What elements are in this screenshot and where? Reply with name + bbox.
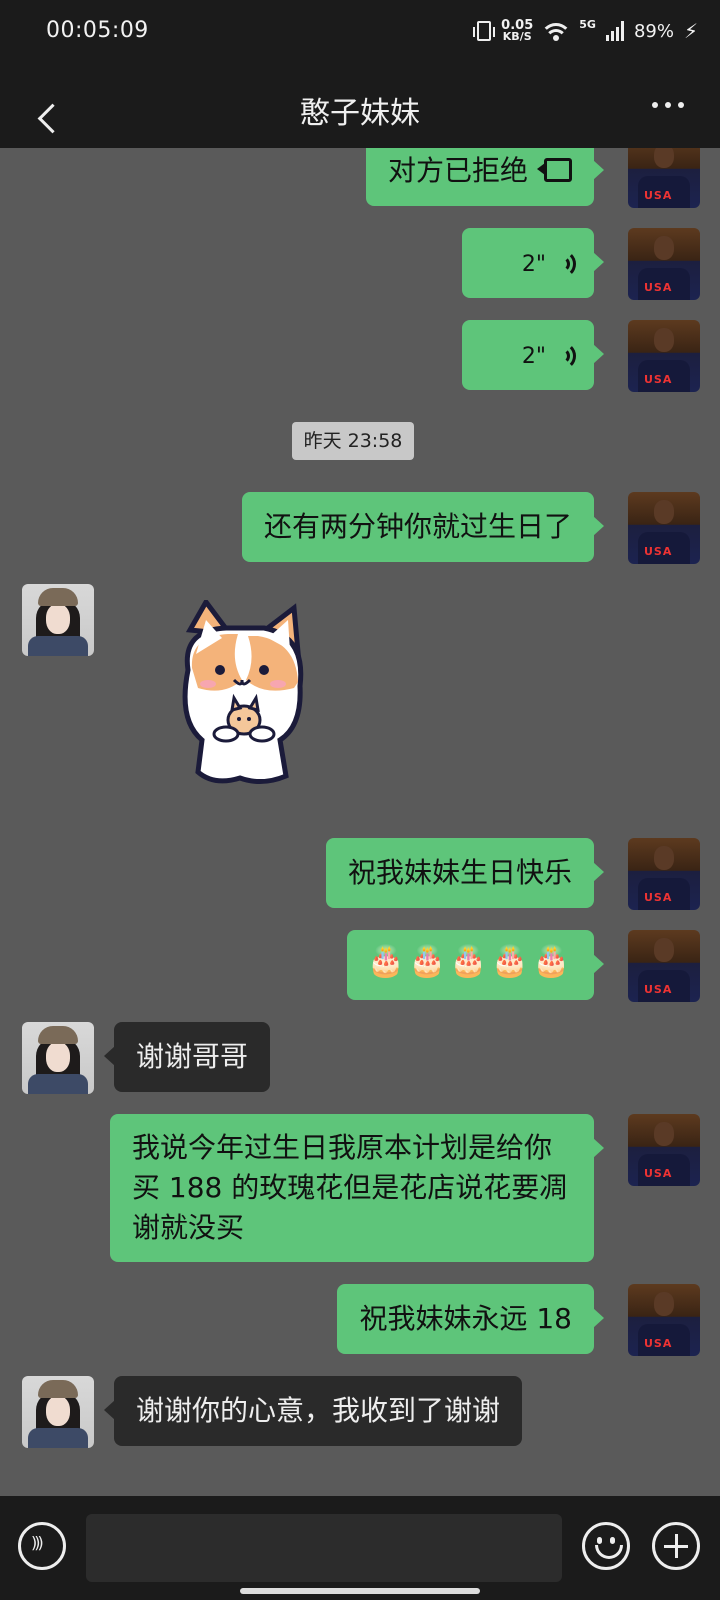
timestamp: 昨天 23:58 <box>292 422 414 460</box>
more-dots-icon <box>652 102 658 108</box>
text-message-bubble[interactable]: 还有两分钟你就过生日了 <box>241 492 605 562</box>
message-row: 谢谢你的心意，我收到了谢谢 <box>0 1376 720 1448</box>
battery-percent: 89% <box>633 20 674 42</box>
voice-duration: 2" <box>521 344 546 369</box>
more-actions-button[interactable] <box>652 1522 700 1570</box>
input-bar <box>0 1496 720 1600</box>
vibrate-icon <box>473 21 496 41</box>
my-avatar[interactable]: USA <box>628 320 700 392</box>
call-record-text: 对方已拒绝 <box>387 154 528 187</box>
message-row: 谢谢哥哥 <box>0 1022 720 1094</box>
text-message-bubble[interactable]: 祝我妹妹永远 18 <box>337 1284 604 1354</box>
call-record-bubble[interactable]: 对方已拒绝 <box>365 148 605 206</box>
message-input[interactable] <box>86 1514 562 1582</box>
smiley-icon <box>597 1537 602 1544</box>
message-row: 对方已拒绝 USA <box>0 148 720 208</box>
my-avatar[interactable]: USA <box>628 1114 700 1186</box>
text-message-bubble[interactable]: 祝我妹妹生日快乐 <box>325 838 605 908</box>
more-button[interactable] <box>652 102 684 108</box>
my-avatar[interactable]: USA <box>628 1284 700 1356</box>
video-call-icon <box>537 158 572 182</box>
emoji-button[interactable] <box>582 1522 630 1570</box>
corgi-sticker[interactable] <box>168 600 318 790</box>
voice-message-bubble[interactable]: 2" <box>462 228 604 298</box>
status-time: 00:05:09 <box>46 18 149 43</box>
my-avatar[interactable]: USA <box>628 148 700 208</box>
voice-duration: 2" <box>521 252 546 277</box>
my-avatar[interactable]: USA <box>628 838 700 910</box>
emoji-message-bubble[interactable]: 🎂🎂🎂🎂🎂 <box>347 930 604 1000</box>
voice-wave-icon <box>552 342 576 370</box>
text-message-bubble[interactable]: 谢谢哥哥 <box>103 1022 271 1092</box>
contact-avatar[interactable] <box>22 584 94 656</box>
message-list[interactable]: 对方已拒绝 USA 2" USA 2" USA 昨天 23:58 还有两分钟你就… <box>0 148 720 1496</box>
charging-icon: ⚡ <box>683 19 698 43</box>
message-row: 祝我妹妹永远 18 USA <box>0 1284 720 1356</box>
message-row: 祝我妹妹生日快乐 USA <box>0 838 720 910</box>
voice-wave-icon <box>552 250 576 278</box>
message-row: 我说今年过生日我原本计划是给你买 188 的玫瑰花但是花店说花要凋谢就没买 US… <box>0 1114 720 1264</box>
my-avatar[interactable]: USA <box>628 228 700 300</box>
net-speed: 0.05 KB/S <box>501 19 533 43</box>
message-row: 2" USA <box>0 228 720 300</box>
message-row: 🎂🎂🎂🎂🎂 USA <box>0 930 720 1002</box>
wifi-icon <box>543 21 570 41</box>
home-indicator[interactable] <box>240 1588 480 1594</box>
chat-header: 憨子妹妹 <box>0 62 720 148</box>
contact-avatar[interactable] <box>22 1376 94 1448</box>
network-type: 5G <box>579 18 596 31</box>
message-row: 还有两分钟你就过生日了 USA <box>0 492 720 564</box>
my-avatar[interactable]: USA <box>628 492 700 564</box>
status-icons: 0.05 KB/S 5G 89% ⚡ <box>473 18 698 44</box>
message-row <box>0 584 720 794</box>
net-speed-unit: KB/S <box>502 30 532 43</box>
signal-icon <box>605 21 624 41</box>
voice-input-button[interactable] <box>18 1522 66 1570</box>
chat-title: 憨子妹妹 <box>300 96 420 131</box>
my-avatar[interactable]: USA <box>628 930 700 1002</box>
text-message-bubble[interactable]: 我说今年过生日我原本计划是给你买 188 的玫瑰花但是花店说花要凋谢就没买 <box>110 1114 604 1262</box>
voice-message-bubble[interactable]: 2" <box>462 320 604 390</box>
status-bar: 00:05:09 0.05 KB/S 5G 89% ⚡ <box>0 0 720 62</box>
message-row: 2" USA <box>0 320 720 392</box>
contact-avatar[interactable] <box>22 1022 94 1094</box>
text-message-bubble[interactable]: 谢谢你的心意，我收到了谢谢 <box>103 1376 523 1446</box>
